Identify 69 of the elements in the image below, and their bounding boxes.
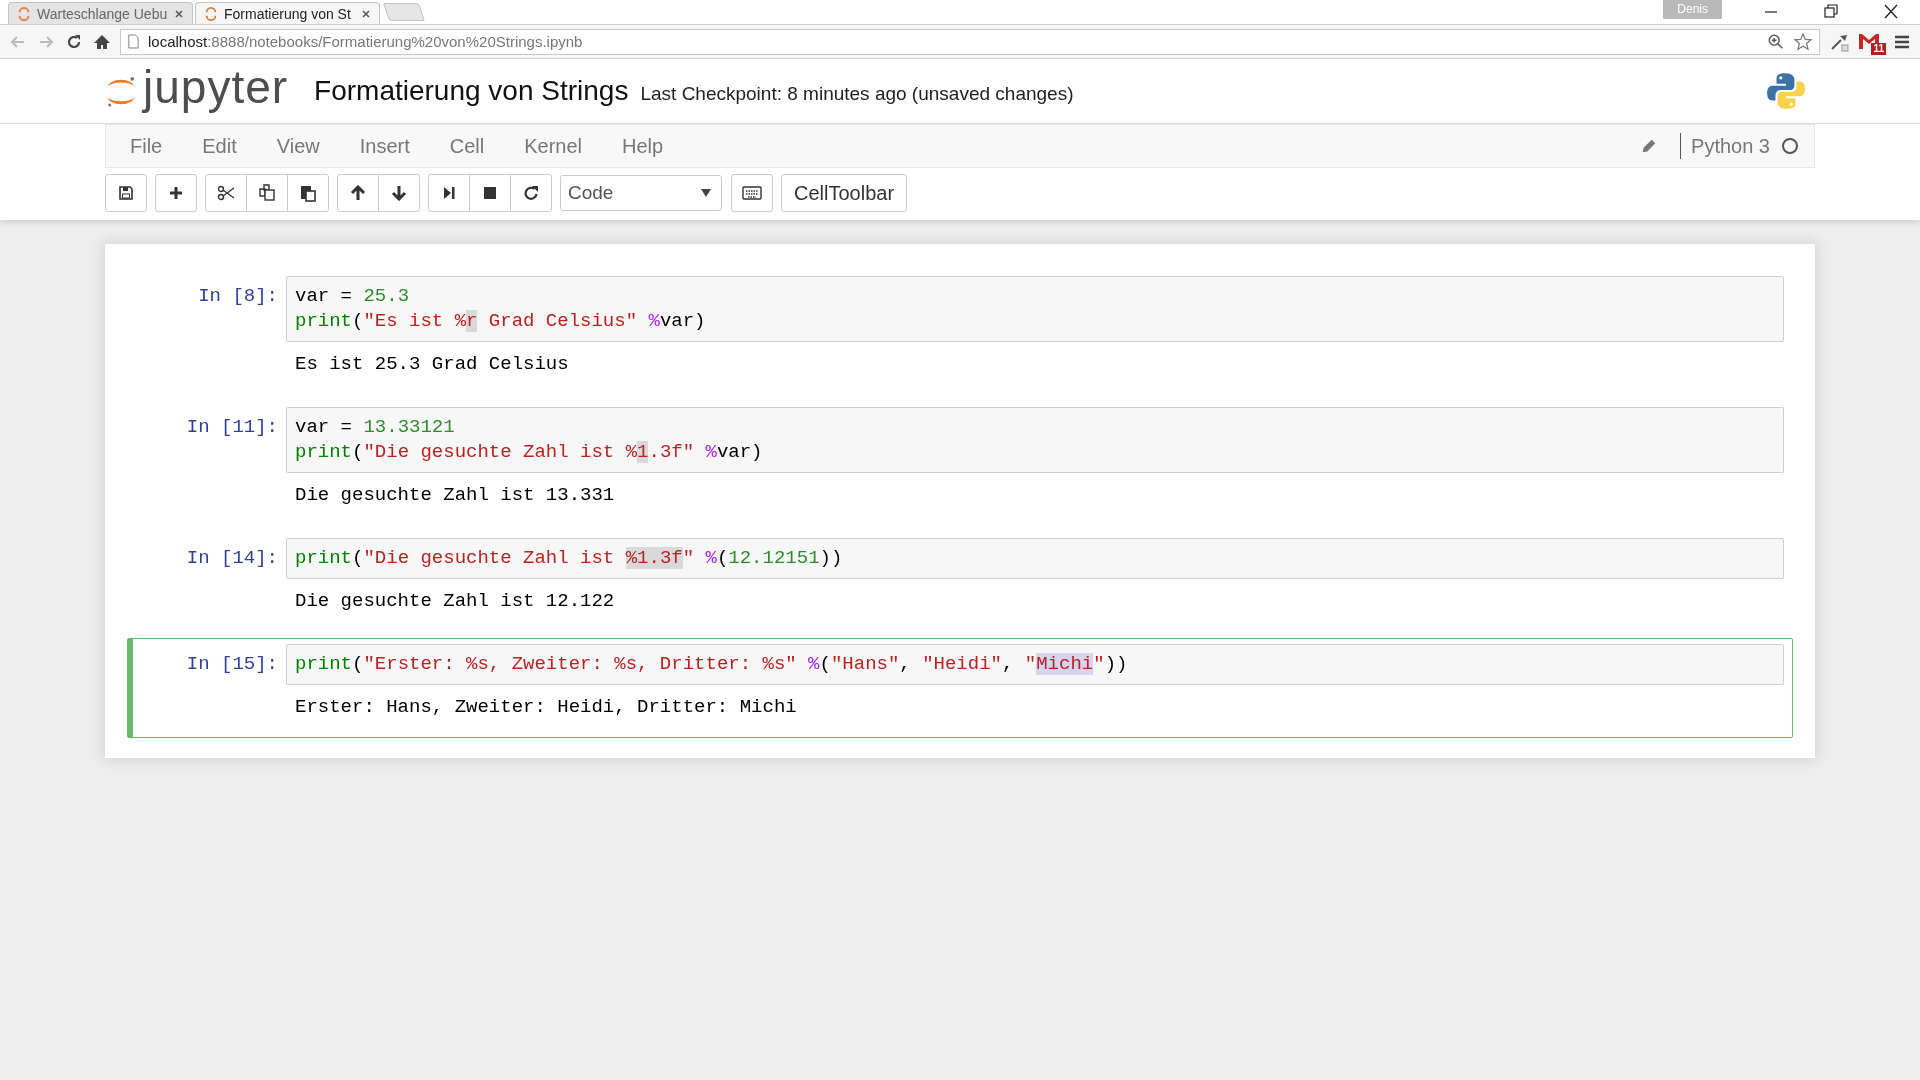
move-up-button[interactable] — [337, 174, 379, 212]
stop-button[interactable] — [469, 174, 511, 212]
checkpoint-status: Last Checkpoint: 8 minutes ago (unsaved changes) — [640, 83, 1074, 105]
cell-type-dropdown[interactable]: Code — [560, 175, 722, 211]
keyboard-button[interactable] — [731, 174, 773, 212]
code-line: var = 25.3 — [295, 284, 411, 309]
code-cell[interactable]: In [15]: print("Erster: %s, Zweiter: %s, Dritter: %s" %("Hans", "Heidi", "Michi")) Erster: Hans, Zweiter: Heidi, Dritter: Michi — [127, 638, 1793, 738]
url-text: localhost:8888/notebooks/Formatierung%20von%20Strings.ipynb — [148, 33, 583, 50]
stop-icon — [482, 185, 498, 201]
restart-icon — [523, 185, 539, 201]
copy-icon — [258, 184, 276, 202]
count-badge: 11 — [1871, 42, 1886, 55]
code-input[interactable]: print("Erster: %s, Zweiter: %s, Dritter: %s" %("Hans", "Heidi", "Michi")) — [286, 644, 1784, 685]
scissors-icon — [217, 185, 235, 201]
kernel-name[interactable]: Python 3 — [1691, 134, 1770, 158]
menu-item[interactable]: File — [110, 134, 183, 158]
python-logo-icon — [1765, 70, 1807, 112]
browser-tab[interactable]: Warteschlange Uebu — [8, 2, 193, 24]
code-line: print("Die gesuchte Zahl ist %1.3f" %var) — [295, 440, 764, 465]
code-input[interactable]: print("Die gesuchte Zahl ist %1.3f" %(12.12151)) — [286, 538, 1784, 579]
code-cell[interactable]: In [14]: print("Die gesuchte Zahl ist %1.3f" %(12.12151)) Die gesuchte Zahl ist 12.122 — [127, 532, 1793, 632]
loading-icon — [204, 6, 218, 21]
add-cell-button[interactable] — [155, 174, 197, 212]
input-prompt: In [15]: — [186, 653, 278, 675]
loading-icon — [17, 6, 31, 21]
save-icon — [118, 185, 134, 201]
keyboard-icon — [742, 186, 762, 200]
cell-output: Erster: Hans, Zweiter: Heidi, Dritter: Michi — [295, 696, 797, 718]
menu-item[interactable]: Insert — [339, 134, 430, 158]
code-cell[interactable]: In [8]: var = 25.3 print("Es ist %r Grad Celsius" %var) Es ist 25.3 Grad Celsius — [127, 270, 1793, 395]
arrow-down-icon — [391, 185, 407, 201]
address-field[interactable]: localhost:8888/notebooks/Formatierung%20von%20Strings.ipynb — [120, 28, 1820, 55]
code-line: var = 13.33121 — [295, 415, 456, 440]
code-input[interactable]: var = 25.3 print("Es ist %r Grad Celsius" %var) — [286, 276, 1784, 342]
menu-item[interactable]: Edit — [182, 134, 257, 158]
plus-icon — [168, 185, 184, 201]
cell-output: Die gesuchte Zahl ist 12.122 — [295, 590, 615, 612]
cell-output: Die gesuchte Zahl ist 13.331 — [295, 484, 615, 506]
celltoolbar-button[interactable]: CellToolbar — [781, 174, 908, 212]
notebook-title[interactable]: Formatierung von Strings — [314, 75, 629, 107]
move-down-button[interactable] — [378, 174, 420, 212]
paste-icon — [299, 184, 317, 202]
input-prompt: In [11]: — [186, 416, 278, 438]
browser-tab[interactable]: Formatierung von St — [195, 2, 380, 24]
zoom-icon[interactable] — [1767, 32, 1785, 51]
menu-item[interactable]: Cell — [429, 134, 505, 158]
menu-item[interactable]: View — [256, 134, 340, 158]
code-line: print("Die gesuchte Zahl ist %1.3f" %(12.12151)) — [295, 546, 844, 571]
code-cell[interactable]: In [11]: var = 13.33121 print("Die gesuchte Zahl ist %1.3f" %var) Die gesuchte Zahl ist 13.331 — [127, 401, 1793, 526]
arrow-up-icon — [350, 185, 366, 201]
restart-button[interactable] — [510, 174, 552, 212]
page-icon — [127, 34, 140, 49]
paste-button[interactable] — [287, 174, 329, 212]
close-icon[interactable] — [361, 8, 371, 19]
save-button[interactable] — [105, 174, 147, 212]
cell-output: Es ist 25.3 Grad Celsius — [295, 353, 569, 375]
code-line: print("Erster: %s, Zweiter: %s, Dritter: %s" %("Hans", "Heidi", "Michi")) — [295, 652, 1129, 677]
menu-item[interactable]: Help — [602, 134, 684, 158]
code-input[interactable]: var = 13.33121 print("Die gesuchte Zahl ist %1.3f" %var) — [286, 407, 1784, 473]
menu-item[interactable]: Kernel — [504, 134, 602, 158]
copy-button[interactable] — [246, 174, 288, 212]
cut-button[interactable] — [205, 174, 247, 212]
caret-icon — [701, 189, 711, 197]
star-icon[interactable] — [1793, 31, 1813, 52]
input-prompt: In [8]: — [198, 285, 278, 307]
code-line: print("Es ist %r Grad Celsius" %var) — [295, 309, 707, 334]
run-button[interactable] — [428, 174, 470, 212]
input-prompt: In [14]: — [186, 547, 278, 569]
run-next-icon — [441, 185, 457, 201]
